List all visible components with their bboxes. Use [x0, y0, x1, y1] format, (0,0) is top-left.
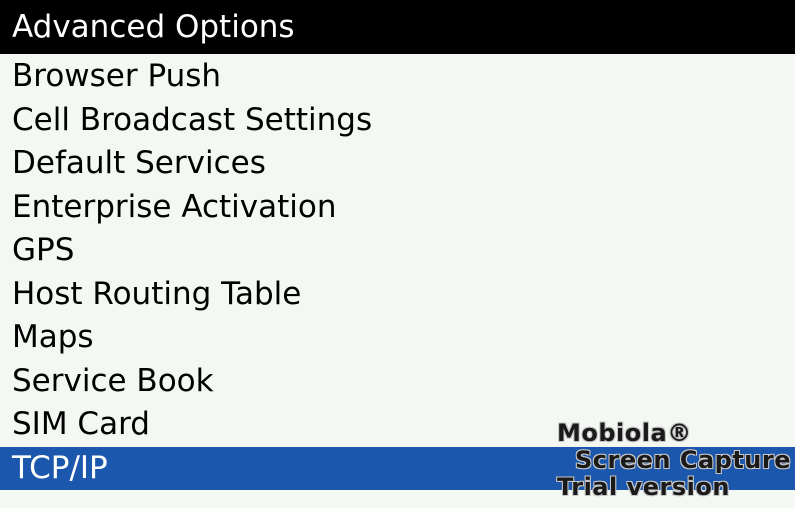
menu-item-tcp-ip[interactable]: TCP/IP	[0, 446, 795, 490]
menu-item-browser-push[interactable]: Browser Push	[0, 55, 795, 99]
menu-item-sim-card[interactable]: SIM Card	[0, 403, 795, 447]
menu-item-cell-broadcast-settings[interactable]: Cell Broadcast Settings	[0, 99, 795, 143]
options-menu-list: Browser Push Cell Broadcast Settings Def…	[0, 55, 795, 490]
screen-title: Advanced Options	[0, 0, 795, 54]
menu-item-service-book[interactable]: Service Book	[0, 360, 795, 404]
advanced-options-screen: Advanced Options Browser Push Cell Broad…	[0, 0, 795, 508]
menu-item-host-routing-table[interactable]: Host Routing Table	[0, 273, 795, 317]
menu-item-maps[interactable]: Maps	[0, 316, 795, 360]
menu-item-default-services[interactable]: Default Services	[0, 142, 795, 186]
menu-item-enterprise-activation[interactable]: Enterprise Activation	[0, 186, 795, 230]
menu-item-gps[interactable]: GPS	[0, 229, 795, 273]
